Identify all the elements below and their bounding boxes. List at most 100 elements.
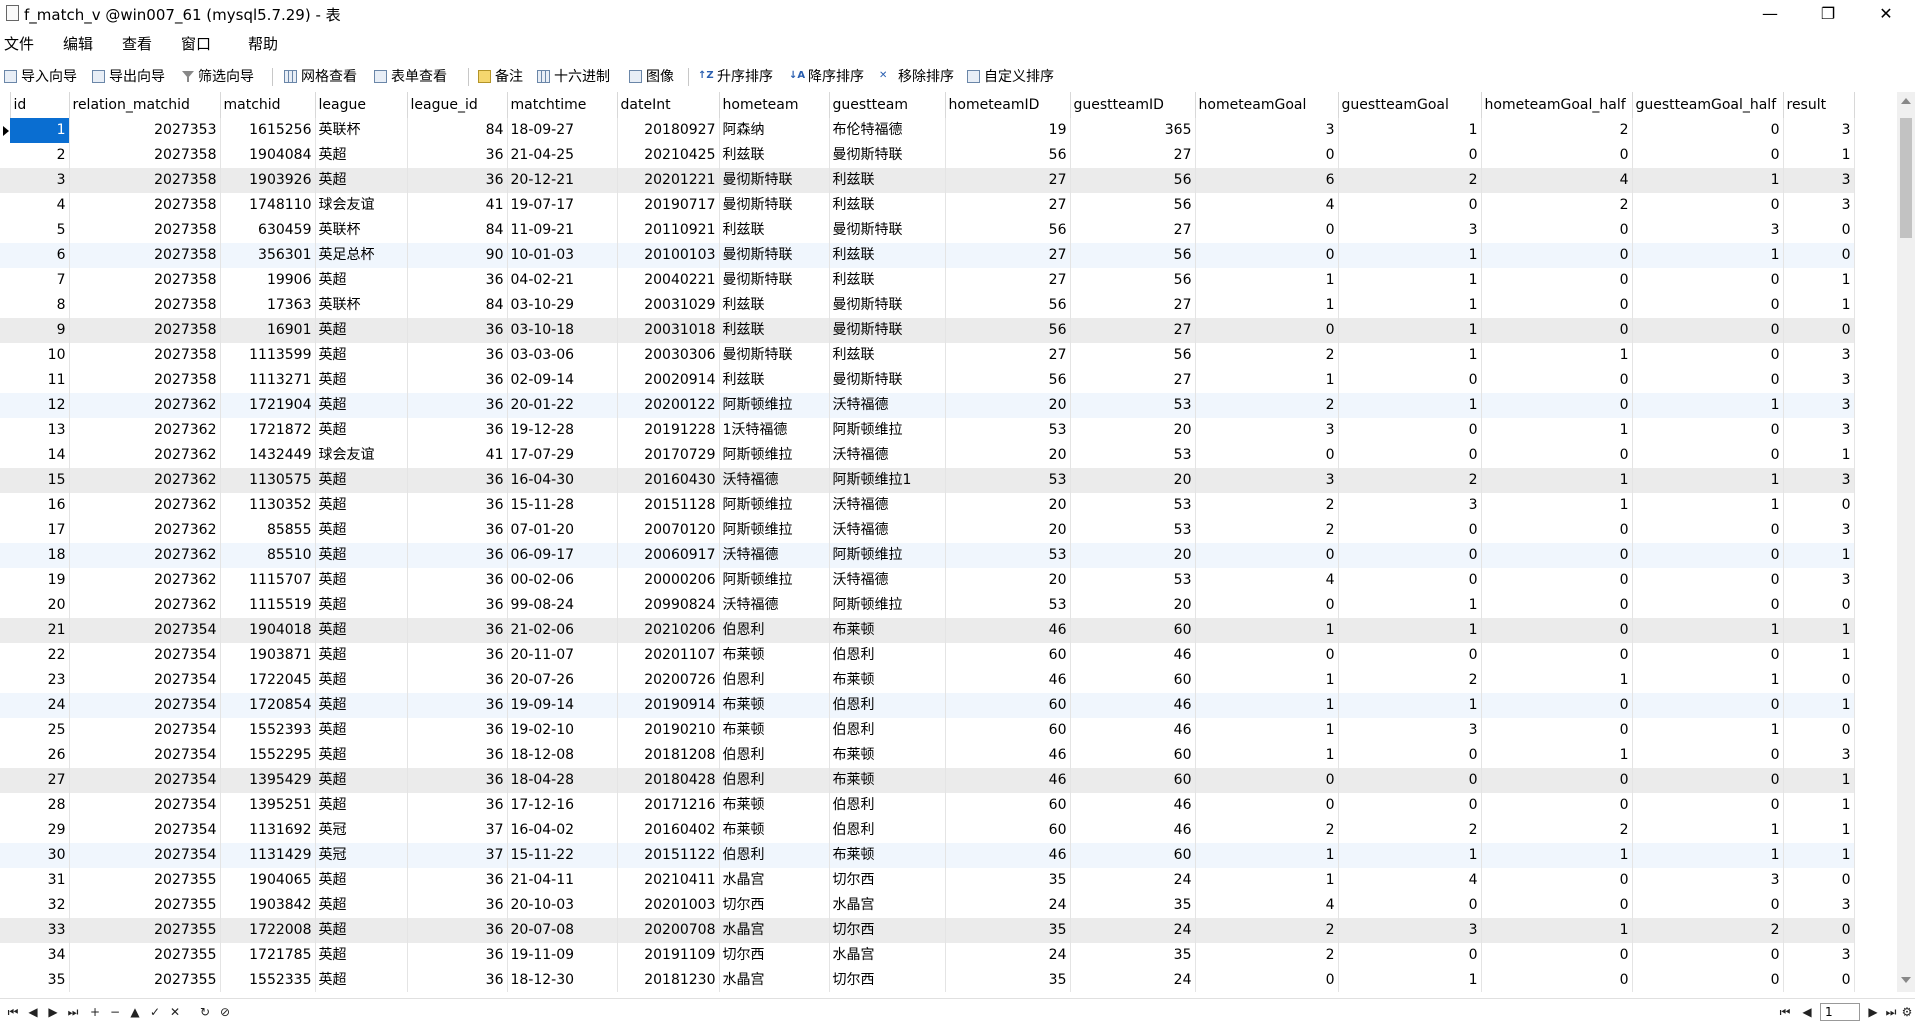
table-cell[interactable]: 36 [407, 493, 508, 518]
table-cell[interactable]: 5 [10, 218, 70, 243]
table-cell[interactable]: 1 [1783, 843, 1855, 868]
table-cell[interactable]: 20 [945, 393, 1071, 418]
column-header[interactable]: guestteam [829, 92, 946, 118]
table-cell[interactable]: 36 [407, 718, 508, 743]
table-cell[interactable]: 1395251 [220, 793, 316, 818]
table-cell[interactable]: 0 [1195, 768, 1339, 793]
table-cell[interactable]: 20031018 [617, 318, 720, 343]
table-cell[interactable]: 60 [945, 818, 1071, 843]
table-cell[interactable]: 伯恩利 [719, 768, 830, 793]
table-cell[interactable]: 46 [945, 843, 1071, 868]
table-cell[interactable]: 伯恩利 [829, 718, 946, 743]
table-cell[interactable]: 2 [1195, 393, 1339, 418]
table-cell[interactable]: 1 [1338, 243, 1482, 268]
table-cell[interactable]: 53 [945, 543, 1071, 568]
table-cell[interactable]: 0 [1481, 243, 1633, 268]
table-row[interactable]: 13 2027362 1721872 英超 36 19-12-28 20191228 1沃特福… [0, 418, 1855, 443]
table-cell[interactable]: 1 [1195, 293, 1339, 318]
table-cell[interactable]: 60 [1070, 768, 1196, 793]
table-cell[interactable]: 1 [1195, 368, 1339, 393]
table-cell[interactable]: 1903926 [220, 168, 316, 193]
table-cell[interactable]: 16-04-30 [507, 468, 618, 493]
table-cell[interactable]: 1 [1632, 168, 1784, 193]
table-cell[interactable]: 46 [945, 668, 1071, 693]
column-header[interactable]: hometeamGoal_half [1481, 92, 1633, 118]
table-cell[interactable]: 20180428 [617, 768, 720, 793]
table-cell[interactable]: 03-03-06 [507, 343, 618, 368]
table-cell[interactable]: 布伦特福德 [829, 118, 946, 143]
table-cell[interactable]: 3 [1338, 918, 1482, 943]
row-indicator[interactable] [0, 168, 10, 193]
refresh-icon[interactable]: ↻ [196, 1003, 214, 1021]
table-cell[interactable]: 26 [10, 743, 70, 768]
table-cell[interactable]: 7 [10, 268, 70, 293]
table-cell[interactable]: 365 [1070, 118, 1196, 143]
table-cell[interactable]: 46 [1070, 693, 1196, 718]
table-cell[interactable]: 20210425 [617, 143, 720, 168]
scroll-up-icon[interactable] [1901, 98, 1911, 104]
table-cell[interactable]: 水晶宫 [829, 893, 946, 918]
table-cell[interactable]: 0 [1481, 543, 1633, 568]
table-cell[interactable]: 27 [1070, 318, 1196, 343]
table-cell[interactable]: 2 [1338, 818, 1482, 843]
table-cell[interactable]: 28 [10, 793, 70, 818]
table-row[interactable]: 19 2027362 1115707 英超 36 00-02-06 20000206 阿斯顿维… [0, 568, 1855, 593]
table-cell[interactable]: 0 [1783, 318, 1855, 343]
table-cell[interactable]: 20-11-07 [507, 643, 618, 668]
table-cell[interactable]: 英超 [315, 718, 408, 743]
table-cell[interactable]: 3 [1783, 943, 1855, 968]
table-cell[interactable]: 35 [1070, 943, 1196, 968]
table-cell[interactable]: 沃特福德 [829, 393, 946, 418]
table-cell[interactable]: 曼彻斯特联 [829, 293, 946, 318]
table-cell[interactable]: 1552295 [220, 743, 316, 768]
menu-help[interactable]: 帮助 [248, 33, 278, 54]
table-cell[interactable]: 2027362 [69, 518, 221, 543]
table-cell[interactable]: 布莱顿 [829, 618, 946, 643]
table-cell[interactable]: 1 [1195, 618, 1339, 643]
table-cell[interactable]: 布莱顿 [719, 793, 830, 818]
table-cell[interactable]: 27 [945, 193, 1071, 218]
table-cell[interactable]: 20-01-22 [507, 393, 618, 418]
table-row[interactable]: 18 2027362 85510 英超 36 06-09-17 20060917 沃特福德 阿斯… [0, 543, 1855, 568]
row-indicator[interactable] [0, 918, 10, 943]
table-cell[interactable]: 英超 [315, 968, 408, 992]
table-cell[interactable]: 3 [1783, 368, 1855, 393]
table-row[interactable]: 7 2027358 19906 英超 36 04-02-21 20040221 曼彻斯特联 利兹… [0, 268, 1855, 293]
table-cell[interactable]: 2 [1195, 918, 1339, 943]
table-cell[interactable]: 0 [1632, 368, 1784, 393]
table-cell[interactable]: 英超 [315, 918, 408, 943]
row-indicator[interactable] [0, 843, 10, 868]
table-cell[interactable]: 0 [1338, 143, 1482, 168]
table-cell[interactable]: 2027354 [69, 793, 221, 818]
column-header[interactable]: hometeamID [945, 92, 1071, 118]
table-cell[interactable]: 19 [10, 568, 70, 593]
table-row[interactable]: 15 2027362 1130575 英超 36 16-04-30 20160430 沃特福德… [0, 468, 1855, 493]
table-cell[interactable]: 20201003 [617, 893, 720, 918]
table-row[interactable]: 31 2027355 1904065 英超 36 21-04-11 20210411 水晶宫切… [0, 868, 1855, 893]
table-cell[interactable]: 2027354 [69, 768, 221, 793]
table-cell[interactable]: 36 [407, 968, 508, 992]
row-indicator[interactable] [0, 418, 10, 443]
table-cell[interactable]: 0 [1481, 718, 1633, 743]
table-cell[interactable]: 1 [1338, 693, 1482, 718]
table-cell[interactable]: 2027354 [69, 718, 221, 743]
table-cell[interactable]: 36 [407, 143, 508, 168]
data-grid[interactable]: id relation_matchid matchid league leagu… [0, 92, 1897, 992]
table-cell[interactable]: 18-12-30 [507, 968, 618, 992]
table-cell[interactable]: 36 [407, 368, 508, 393]
table-row[interactable]: 27 2027354 1395429 英超 36 18-04-28 20180428 伯恩利布… [0, 768, 1855, 793]
remove-sort-button[interactable]: ✕ 移除排序 [879, 66, 954, 86]
table-cell[interactable]: 53 [945, 418, 1071, 443]
table-cell[interactable]: 0 [1338, 543, 1482, 568]
table-cell[interactable]: 0 [1632, 793, 1784, 818]
table-cell[interactable]: 20160402 [617, 818, 720, 843]
table-cell[interactable]: 21-02-06 [507, 618, 618, 643]
table-cell[interactable]: 水晶宫 [719, 968, 830, 992]
table-cell[interactable]: 英超 [315, 518, 408, 543]
table-cell[interactable]: 20191228 [617, 418, 720, 443]
table-cell[interactable]: 1552335 [220, 968, 316, 992]
table-cell[interactable]: 沃特福德 [719, 468, 830, 493]
table-cell[interactable]: 0 [1481, 218, 1633, 243]
column-header[interactable]: guestteamGoal_half [1632, 92, 1784, 118]
table-cell[interactable]: 53 [1070, 518, 1196, 543]
